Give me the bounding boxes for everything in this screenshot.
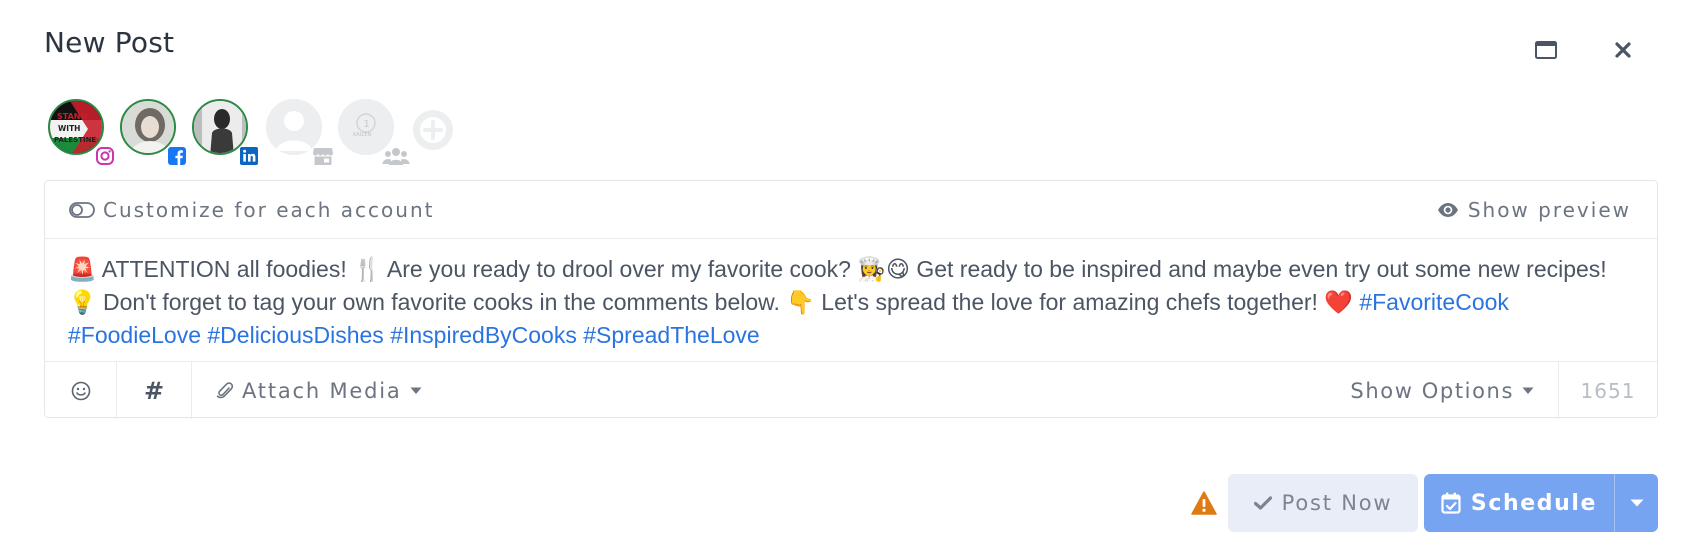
hashtag[interactable]: #FoodieLove [68, 322, 201, 348]
plus-circle-icon [413, 110, 453, 150]
facebook-icon [168, 147, 186, 165]
avatar-text: 1 [364, 119, 370, 130]
post-composer: Customize for each account Show preview … [44, 180, 1658, 419]
show-options-button[interactable]: Show Options [1350, 362, 1559, 419]
instagram-icon [96, 147, 114, 165]
eye-icon [1437, 202, 1458, 217]
hashtag[interactable]: #SpreadTheLove [583, 322, 759, 348]
avatar-text: WITH [58, 124, 80, 133]
check-icon [1253, 496, 1272, 510]
warning-icon [1191, 491, 1217, 515]
paperclip-icon [216, 381, 234, 398]
hashtag[interactable]: #DeliciousDishes [207, 322, 383, 348]
linkedin-icon [240, 147, 258, 165]
customize-label: Customize for each account [103, 197, 435, 222]
hashtag[interactable]: #InspiredByCooks [390, 322, 577, 348]
account-avatar-linkedin[interactable] [192, 99, 258, 165]
attach-media-label: Attach Media [242, 378, 402, 403]
preview-label: Show preview [1467, 197, 1631, 222]
show-preview-button[interactable]: Show preview [1437, 198, 1631, 222]
hashtag[interactable]: #FavoriteCook [1359, 289, 1509, 315]
account-avatar-group[interactable]: 1 KAIZEN [338, 99, 410, 165]
window-maximize-icon [1535, 41, 1557, 59]
toggle-off-icon [69, 201, 95, 218]
post-now-button[interactable]: Post Now [1228, 474, 1418, 532]
linkedin-badge [238, 145, 260, 167]
instagram-badge [94, 145, 116, 167]
customize-toggle[interactable]: Customize for each account [69, 198, 434, 222]
account-avatar-business[interactable] [266, 99, 333, 165]
close-icon [1615, 42, 1631, 58]
close-button[interactable] [1608, 38, 1638, 62]
modal-title: New Post [44, 26, 175, 59]
smile-icon [71, 381, 90, 400]
composer-toolbar: # Attach Media Show Options 1651 [45, 361, 1657, 419]
store-icon [313, 148, 333, 165]
caret-down-icon [1522, 387, 1534, 394]
schedule-label: Schedule [1470, 490, 1598, 516]
account-avatar-instagram[interactable]: STAND WITH PALESTINE [48, 99, 114, 165]
avatar-text: STAND [57, 112, 87, 121]
schedule-button-group: Schedule [1424, 474, 1658, 532]
warning-indicator[interactable] [1190, 489, 1218, 517]
post-text-editor[interactable]: 🚨 ATTENTION all foodies! 🍴 Are you ready… [45, 239, 1657, 361]
calendar-check-icon [1441, 492, 1461, 514]
caret-down-icon [1630, 499, 1643, 507]
schedule-dropdown-toggle[interactable] [1614, 474, 1658, 532]
avatar-text: KAIZEN [353, 132, 372, 138]
post-actions: Post Now Schedule [1190, 474, 1658, 532]
post-now-label: Post Now [1281, 491, 1393, 515]
users-badge [382, 145, 410, 167]
character-count: 1651 [1580, 378, 1636, 403]
emoji-button[interactable] [45, 362, 117, 419]
attach-media-button[interactable]: Attach Media [192, 362, 422, 419]
schedule-button[interactable]: Schedule [1424, 474, 1614, 532]
account-avatar-facebook[interactable] [120, 99, 186, 165]
composer-header: Customize for each account Show preview [45, 181, 1657, 239]
avatar-text: PALESTINE [54, 136, 96, 144]
users-icon [382, 148, 410, 165]
new-post-modal: New Post STAND WITH PALESTINE 1 KAIZEN C… [0, 0, 1698, 557]
hashtag-icon: # [143, 376, 165, 405]
maximize-button[interactable] [1531, 38, 1561, 62]
hashtag-button[interactable]: # [117, 362, 192, 419]
caret-down-icon [410, 387, 422, 394]
store-badge [312, 145, 334, 167]
add-account-button[interactable] [412, 109, 454, 151]
show-options-label: Show Options [1350, 378, 1514, 403]
facebook-badge [166, 145, 188, 167]
